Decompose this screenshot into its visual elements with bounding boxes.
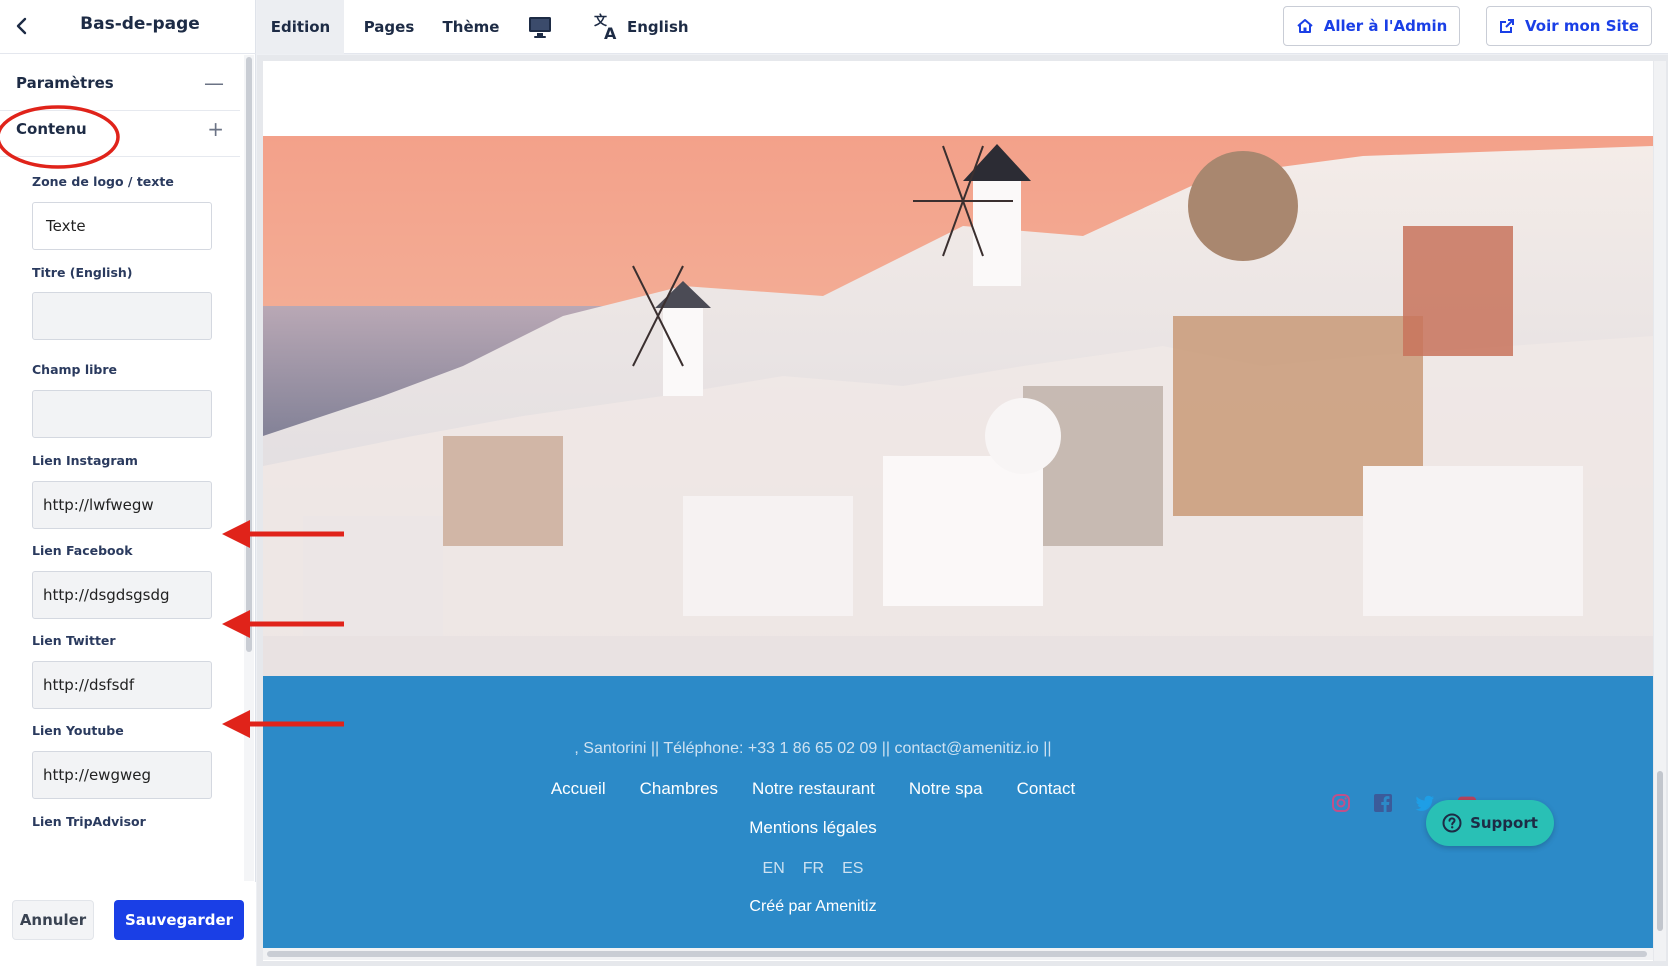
footer-nav: Accueil Chambres Notre restaurant Notre … bbox=[263, 779, 1363, 799]
support-button[interactable]: Support bbox=[1426, 800, 1554, 846]
language-link-fr[interactable]: FR bbox=[803, 860, 824, 878]
view-site-button[interactable]: Voir mon Site bbox=[1486, 6, 1652, 46]
sidebar-footer: Annuler Sauvegarder bbox=[0, 882, 256, 966]
field-label-tripadvisor: Lien TripAdvisor bbox=[32, 814, 146, 829]
go-to-admin-button[interactable]: Aller à l'Admin bbox=[1283, 6, 1460, 46]
collapse-icon: — bbox=[204, 70, 224, 95]
twitter-link-input[interactable]: http://dsfsdf bbox=[32, 661, 212, 709]
support-label: Support bbox=[1470, 814, 1538, 832]
home-icon bbox=[1297, 19, 1313, 33]
language-label: English bbox=[627, 18, 689, 36]
footer-language-links: EN FR ES bbox=[263, 860, 1363, 878]
field-label-twitter: Lien Twitter bbox=[32, 633, 116, 648]
sidebar-scrollbar-thumb[interactable] bbox=[246, 57, 252, 652]
footer-link-chambres[interactable]: Chambres bbox=[640, 779, 718, 799]
editor-sidebar: Bas-de-page Paramètres — Contenu + Zone … bbox=[0, 0, 256, 966]
device-preview-button[interactable] bbox=[525, 13, 555, 41]
footer-link-restaurant[interactable]: Notre restaurant bbox=[752, 779, 875, 799]
field-label-free-text: Champ libre bbox=[32, 362, 117, 377]
instagram-link-input[interactable]: http://lwfwegw bbox=[32, 481, 212, 529]
footer-link-accueil[interactable]: Accueil bbox=[551, 779, 606, 799]
free-text-input[interactable] bbox=[32, 390, 212, 438]
sidebar-scroll-area: Paramètres — Contenu + Zone de logo / te… bbox=[0, 55, 244, 881]
tab-pages[interactable]: Pages bbox=[353, 0, 425, 54]
footer-contact-line: , Santorini || Téléphone: +33 1 86 65 02… bbox=[574, 740, 1052, 757]
language-link-en[interactable]: EN bbox=[763, 860, 785, 878]
youtube-link-input[interactable]: http://ewgweg bbox=[32, 751, 212, 799]
view-site-label: Voir mon Site bbox=[1525, 17, 1639, 35]
field-label-logo-zone: Zone de logo / texte bbox=[32, 174, 174, 189]
footer-link-contact[interactable]: Contact bbox=[1017, 779, 1076, 799]
facebook-icon[interactable] bbox=[1373, 793, 1393, 813]
footer-link-spa[interactable]: Notre spa bbox=[909, 779, 983, 799]
field-label-youtube: Lien Youtube bbox=[32, 723, 124, 738]
field-label-facebook: Lien Facebook bbox=[32, 543, 133, 558]
field-label-instagram: Lien Instagram bbox=[32, 453, 138, 468]
tab-edition[interactable]: Edition bbox=[257, 0, 344, 54]
accordion-label: Paramètres bbox=[16, 73, 114, 92]
hero-image bbox=[263, 136, 1653, 676]
external-link-icon bbox=[1500, 19, 1514, 33]
go-to-admin-label: Aller à l'Admin bbox=[1323, 17, 1448, 35]
save-button[interactable]: Sauvegarder bbox=[114, 900, 244, 940]
facebook-link-input[interactable]: http://dsgdsgsdg bbox=[32, 571, 212, 619]
footer-link-legal[interactable]: Mentions légales bbox=[263, 818, 1363, 838]
editor-topbar: Edition Pages Thème 文 A English Aller à … bbox=[257, 0, 1668, 54]
accordion-label: Contenu bbox=[16, 119, 87, 138]
language-link-es[interactable]: ES bbox=[842, 860, 863, 878]
sidebar-scrollbar[interactable] bbox=[244, 55, 254, 881]
logo-zone-select[interactable]: Texte bbox=[32, 202, 212, 250]
preview-scrollbar-thumb[interactable] bbox=[1657, 771, 1663, 931]
footer-credit: Créé par Amenitiz bbox=[749, 898, 877, 915]
language-switcher[interactable]: 文 A English bbox=[593, 10, 689, 44]
sidebar-header: Bas-de-page bbox=[0, 0, 256, 54]
preview-horizontal-thumb[interactable] bbox=[267, 951, 1647, 957]
expand-icon: + bbox=[207, 116, 224, 141]
instagram-icon[interactable] bbox=[1331, 793, 1351, 813]
desktop-monitor-icon bbox=[529, 17, 551, 38]
title-input[interactable] bbox=[32, 292, 212, 340]
preview-vertical-scrollbar[interactable] bbox=[1654, 61, 1666, 961]
tab-theme[interactable]: Thème bbox=[431, 0, 511, 54]
question-circle-icon bbox=[1442, 813, 1462, 833]
sidebar-title: Bas-de-page bbox=[80, 14, 200, 34]
field-label-title: Titre (English) bbox=[32, 265, 133, 280]
svg-text:A: A bbox=[604, 24, 617, 42]
preview-horizontal-scrollbar[interactable] bbox=[263, 948, 1653, 960]
translate-icon: 文 A bbox=[594, 13, 617, 42]
accordion-contenu[interactable]: Contenu + bbox=[0, 101, 240, 157]
cancel-button[interactable]: Annuler bbox=[12, 900, 94, 940]
